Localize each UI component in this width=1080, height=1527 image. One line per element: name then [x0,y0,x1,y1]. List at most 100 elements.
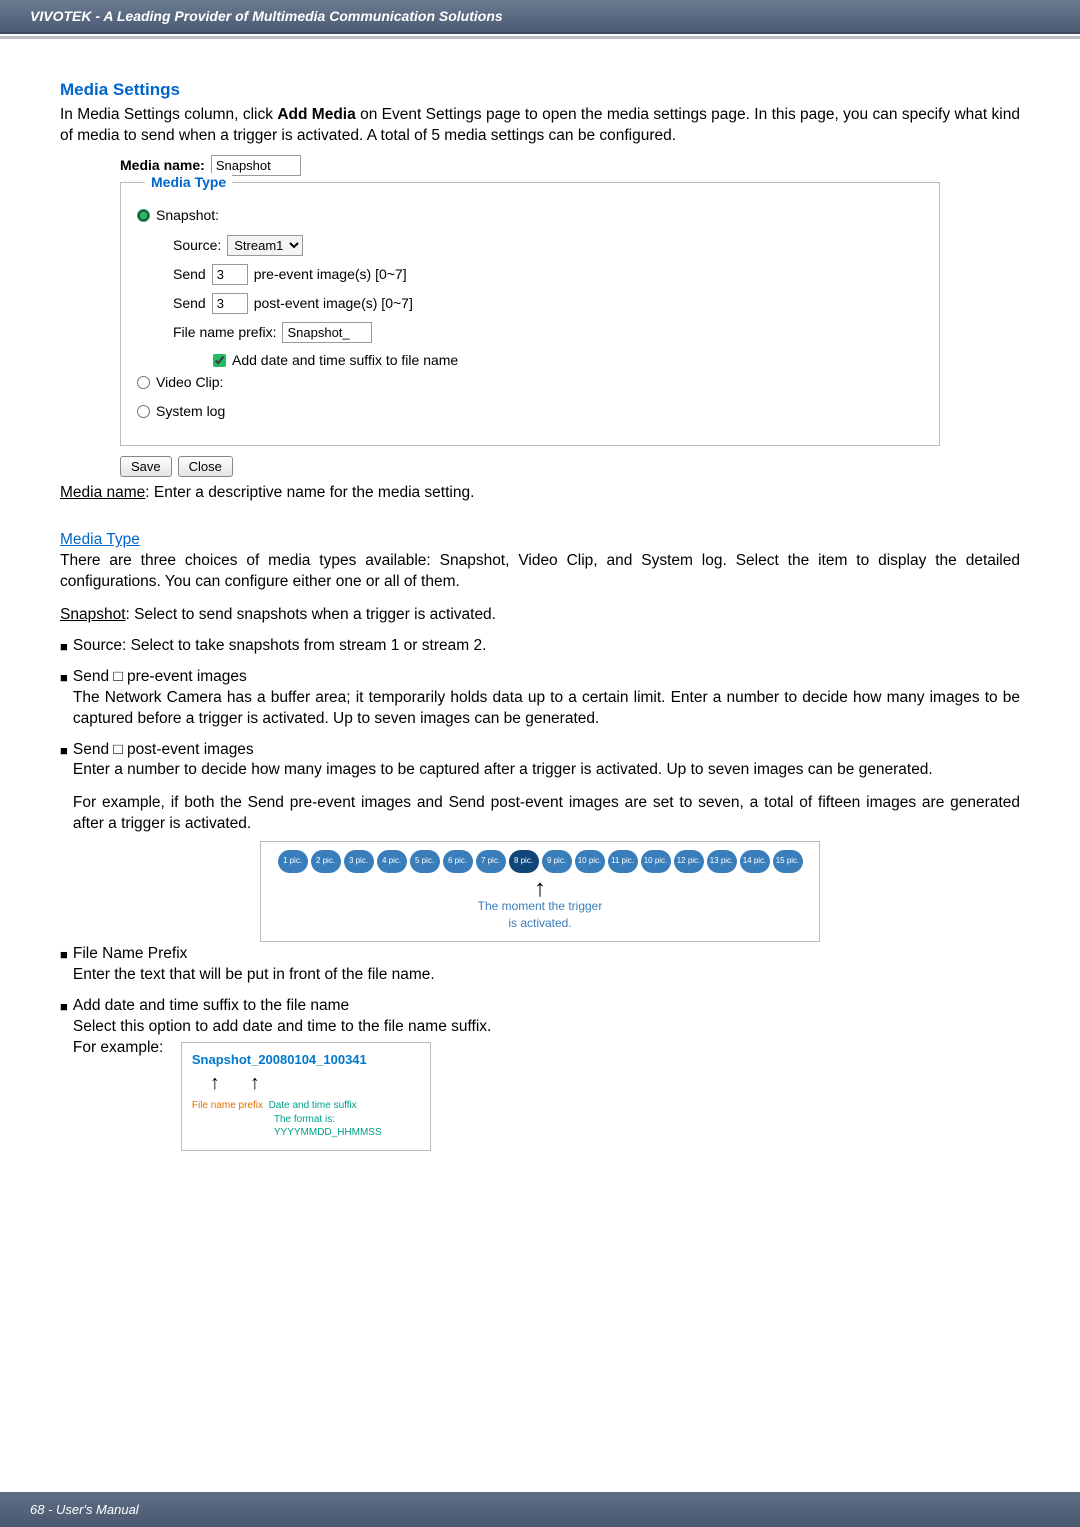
intro-bold: Add Media [277,106,355,123]
bullet-icon: ■ [60,998,68,1151]
save-button[interactable]: Save [120,456,172,477]
content-area: Media Settings In Media Settings column,… [0,39,1080,1171]
media-type-heading: Media Type [60,531,140,548]
filename-head: File Name Prefix [73,944,1020,965]
adddate-head: Add date and time suffix to the file nam… [73,996,1020,1017]
pic-10: 10 pic. [575,850,605,873]
media-type-section: Media Type [60,530,1020,551]
pic-11: 11 pic. [608,850,638,873]
intro-paragraph: In Media Settings column, click Add Medi… [60,105,1020,147]
media-type-fieldset: Media Type Snapshot: Source: Stream1 Sen… [120,182,940,446]
snapshot-desc: Snapshot: Select to send snapshots when … [60,605,1020,626]
example-arrows: ↑ ↑ [210,1070,420,1097]
up-arrow-icon: ↑ [269,879,811,898]
pic-12: 12 pic. [674,850,704,873]
suffix-checkbox-label: Add date and time suffix to file name [232,351,458,370]
pic-13: 13 pic. [707,850,737,873]
post-event-bullet: ■ Send □ post-event images Enter a numbe… [60,740,1020,836]
media-name-heading: Media name [60,484,145,501]
format-label: The format is: YYYYMMDD_HHMMSS [274,1113,420,1140]
for-example-label: For example: [73,1038,181,1151]
pic-15: 15 pic. [773,850,803,873]
pic-8-trigger: 8 pic. [509,850,539,873]
diagram-caption-1: The moment the trigger [269,898,811,914]
send-pre-row: Send pre-event image(s) [0~7] [173,264,927,285]
filename-bullet: ■ File Name Prefix Enter the text that w… [60,944,1020,986]
pic-5: 5 pic. [410,850,440,873]
send-post-label: Send [173,294,206,313]
media-name-row: Media name: [120,155,940,176]
snapshot-radio-row: Snapshot: [137,206,927,225]
prefix-input[interactable] [282,322,372,343]
prefix-label: File name prefix: [173,323,276,342]
pic-6: 6 pic. [443,850,473,873]
date-suffix-label: Date and time suffix [269,1100,357,1111]
form-screenshot: Media name: Media Type Snapshot: Source:… [120,155,940,477]
example-labels: File name prefix Date and time suffix Th… [192,1099,420,1140]
adddate-bullet: ■ Add date and time suffix to the file n… [60,996,1020,1151]
example-filename: Snapshot_20080104_100341 [192,1051,420,1069]
section-title: Media Settings [60,79,1020,102]
footer-text: 68 - User's Manual [30,1502,139,1517]
pic-3: 3 pic. [344,850,374,873]
media-name-desc: Media name: Enter a descriptive name for… [60,483,1020,504]
timeline-diagram: 1 pic. 2 pic. 3 pic. 4 pic. 5 pic. 6 pic… [260,841,820,942]
adddate-body: Select this option to add date and time … [73,1017,1020,1038]
radio-syslog[interactable] [137,405,150,418]
pre-event-body: The Network Camera has a buffer area; it… [73,688,1020,730]
post-event-head: Send □ post-event images [73,740,1020,761]
file-name-prefix-label: File name prefix [192,1100,263,1111]
post-event-body: Enter a number to decide how many images… [73,760,1020,781]
source-label: Source: [173,236,221,255]
up-arrow-icon: ↑ [210,1070,220,1097]
media-name-desc-text: : Enter a descriptive name for the media… [145,484,474,501]
close-button[interactable]: Close [178,456,233,477]
radio-videoclip[interactable] [137,376,150,389]
media-type-legend: Media Type [145,173,232,192]
source-select[interactable]: Stream1 [227,235,303,256]
send-pre-suffix: pre-event image(s) [0~7] [254,265,407,284]
source-bullet-text: Source: Select to take snapshots from st… [73,636,487,657]
intro-text-1: In Media Settings column, click [60,106,277,123]
pic-4: 4 pic. [377,850,407,873]
pic-14: 14 pic. [740,850,770,873]
bullet-icon: ■ [60,946,68,986]
send-post-input[interactable] [212,293,248,314]
radio-snapshot-label: Snapshot: [156,206,219,225]
pic-7: 7 pic. [476,850,506,873]
source-bullet: ■ Source: Select to take snapshots from … [60,636,1020,657]
radio-syslog-label: System log [156,402,225,421]
page-footer: 68 - User's Manual [0,1492,1080,1527]
bullet-icon: ■ [60,638,68,657]
send-pre-input[interactable] [212,264,248,285]
filename-body: Enter the text that will be put in front… [73,965,1020,986]
pre-event-head: Send □ pre-event images [73,667,1020,688]
radio-snapshot[interactable] [137,209,150,222]
up-arrow-icon: ↑ [250,1070,260,1097]
pic-row: 1 pic. 2 pic. 3 pic. 4 pic. 5 pic. 6 pic… [269,850,811,873]
example-text: For example, if both the Send pre-event … [73,793,1020,835]
diagram-caption-2: is activated. [269,915,811,931]
source-row: Source: Stream1 [173,235,927,256]
send-pre-label: Send [173,265,206,284]
radio-videoclip-label: Video Clip: [156,373,223,392]
send-post-suffix: post-event image(s) [0~7] [254,294,413,313]
example-box: Snapshot_20080104_100341 ↑ ↑ File name p… [181,1042,431,1151]
prefix-row: File name prefix: [173,322,927,343]
bullet-icon: ■ [60,669,68,730]
pre-event-bullet: ■ Send □ pre-event images The Network Ca… [60,667,1020,730]
brand-text: VIVOTEK - A Leading Provider of Multimed… [30,8,503,24]
syslog-radio-row: System log [137,402,927,421]
snapshot-heading: Snapshot [60,606,126,623]
pic-10b: 10 pic. [641,850,671,873]
snapshot-desc-text: : Select to send snapshots when a trigge… [126,606,497,623]
suffix-checkbox[interactable] [213,354,226,367]
pic-9: 9 pic. [542,850,572,873]
pic-1: 1 pic. [278,850,308,873]
pic-2: 2 pic. [311,850,341,873]
suffix-checkbox-row: Add date and time suffix to file name [213,351,927,370]
button-row: Save Close [120,456,940,477]
videoclip-radio-row: Video Clip: [137,373,927,392]
page-header: VIVOTEK - A Leading Provider of Multimed… [0,0,1080,34]
send-post-row: Send post-event image(s) [0~7] [173,293,927,314]
